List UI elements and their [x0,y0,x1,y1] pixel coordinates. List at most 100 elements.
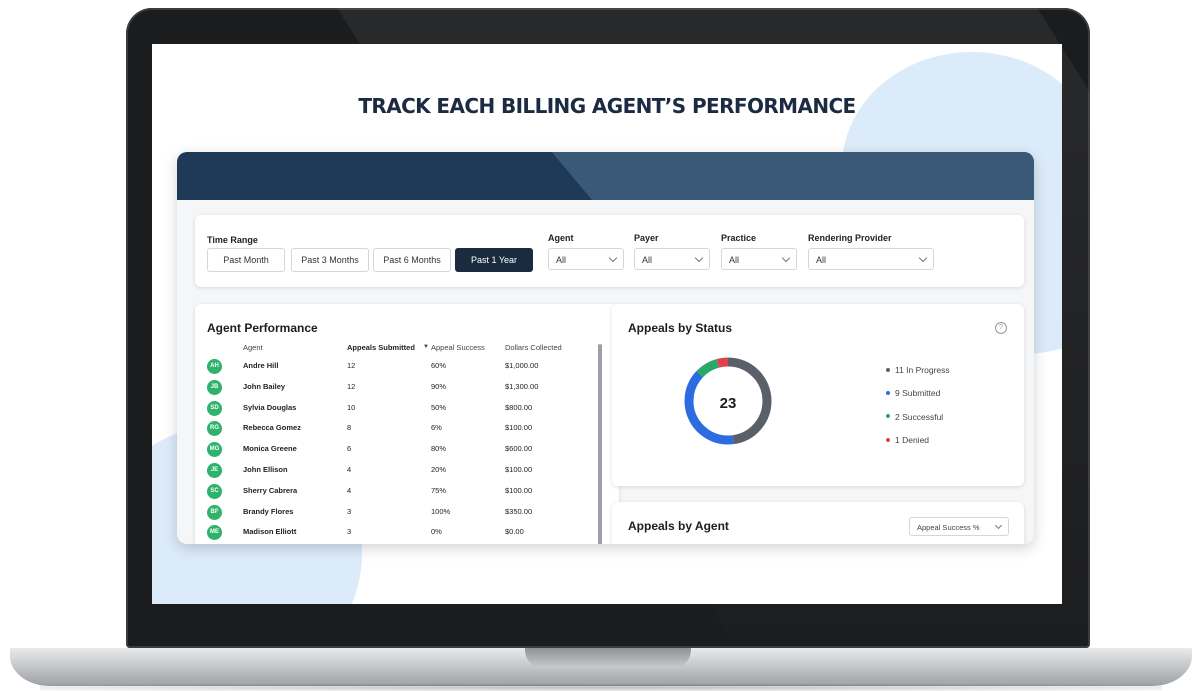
rendering-provider-filter-label: Rendering Provider [808,233,892,243]
appeals-submitted-cell: 10 [347,402,356,412]
table-row[interactable]: SC Sherry Cabrera 4 75% $100.00 [195,483,595,503]
time-button-past-1-year[interactable]: Past 1 Year [455,248,533,272]
column-header-appeal-success[interactable]: Appeal Success [431,343,485,352]
agent-name-cell: Madison Elliott [243,527,297,537]
legend-label: 2 Successful [895,411,944,422]
agent-filter-select[interactable]: All [548,248,624,270]
table-row[interactable]: BF Brandy Flores 3 100% $350.00 [195,504,595,524]
appeals-by-agent-metric-select[interactable]: Appeal Success % [909,517,1009,536]
laptop-notch [525,648,691,668]
avatar: BF [207,504,222,520]
rendering-provider-filter-select[interactable]: All [808,248,934,270]
agent-name-cell: Sylvia Douglas [243,402,297,412]
table-scrollbar[interactable] [598,344,602,544]
legend-item: 2 Successful [886,412,943,422]
dollars-collected-cell: $800.00 [505,402,533,412]
dashboard: Time Range Past Month Past 3 Months Past… [177,152,1034,544]
time-range-label: Time Range [207,235,258,245]
chevron-down-icon [694,253,704,263]
avatar: ME [207,525,222,541]
metric-select-value: Appeal Success % [917,523,980,532]
agent-name-cell: Andre Hill [243,361,279,370]
legend-dot-icon [886,414,890,419]
legend-item: 1 Denied [886,435,929,445]
chevron-down-icon [781,253,791,263]
legend-label: 9 Submitted [895,388,941,399]
rendering-provider-filter-value: All [816,255,827,265]
appeal-success-cell: 75% [431,485,447,495]
agent-name-cell: Rebecca Gomez [243,423,301,433]
appeals-submitted-cell: 8 [347,423,352,433]
avatar: SC [207,483,222,499]
agent-performance-title: Agent Performance [207,321,318,335]
dollars-collected-cell: $0.00 [505,527,524,537]
legend-dot-icon [886,437,890,442]
question-circle-icon[interactable]: ? [995,322,1007,334]
appeals-submitted-cell: 3 [347,527,352,537]
appeals-by-status-title: Appeals by Status [628,321,733,335]
table-row[interactable]: JB John Bailey 12 90% $1,300.00 [195,379,595,399]
legend-dot-icon [886,391,890,396]
table-row[interactable]: SD Sylvia Douglas 10 50% $800.00 [195,400,595,420]
appeals-submitted-cell: 12 [347,381,356,391]
filters-card: Time Range Past Month Past 3 Months Past… [195,215,1024,287]
agent-name-cell: John Bailey [243,381,286,391]
agent-name-cell: Brandy Flores [243,506,294,516]
appeal-success-cell: 20% [431,465,447,474]
practice-filter-value: All [729,255,740,265]
agent-filter-value: All [556,255,567,265]
legend-item: 9 Submitted [886,388,940,398]
appeals-submitted-cell: 12 [347,361,356,370]
chevron-down-icon [918,253,928,263]
appeals-by-agent-card: Appeals by Agent Appeal Success % [612,502,1024,544]
avatar: RG [207,421,222,437]
appeal-success-cell: 80% [431,444,447,454]
column-header-agent[interactable]: Agent [243,343,263,352]
page-headline: TRACK EACH BILLING AGENT’S PERFORMANCE [358,94,856,118]
column-header-appeals-submitted[interactable]: Appeals Submitted [347,343,415,352]
laptop-screen: TRACK EACH BILLING AGENT’S PERFORMANCE T… [152,44,1062,604]
dollars-collected-cell: $100.00 [505,485,533,495]
legend-dot-icon [886,367,890,372]
chevron-down-icon [608,253,618,263]
avatar: MG [207,442,222,458]
avatar: AH [207,359,222,374]
column-header-dollars-collected[interactable]: Dollars Collected [505,343,562,352]
time-button-past-3-months[interactable]: Past 3 Months [291,248,369,272]
avatar: SD [207,400,222,416]
table-row[interactable]: RG Rebecca Gomez 8 6% $100.00 [195,420,595,440]
appeal-success-cell: 90% [431,381,447,391]
agent-performance-card: Agent Performance Agent Appeals Submitte… [195,304,619,544]
appeals-submitted-cell: 4 [347,485,352,495]
payer-filter-value: All [642,255,653,265]
avatar: JE [207,463,222,478]
appeal-success-cell: 60% [431,361,447,370]
practice-filter-label: Practice [721,233,757,243]
dollars-collected-cell: $100.00 [505,465,533,474]
sort-desc-icon[interactable]: ▼ [423,344,429,350]
appeals-by-status-card: Appeals by Status ? 23 11 In Progress 9 S… [612,304,1024,486]
table-row[interactable]: MG Monica Greene 6 80% $600.00 [195,441,595,461]
table-row[interactable]: ME Madison Elliott 3 0% $0.00 [195,524,595,544]
legend-label: 1 Denied [895,434,930,445]
appeal-success-cell: 50% [431,402,447,412]
appeal-success-cell: 6% [431,423,442,433]
time-button-past-6-months[interactable]: Past 6 Months [373,248,451,272]
chevron-down-icon [994,521,1003,530]
table-row[interactable]: AH Andre Hill 12 60% $1,000.00 [195,358,595,378]
dollars-collected-cell: $350.00 [505,506,533,516]
header-accent [543,152,1034,200]
payer-filter-select[interactable]: All [634,248,710,270]
dollars-collected-cell: $1,000.00 [505,361,539,370]
donut-total: 23 [719,395,737,412]
appeals-submitted-cell: 4 [347,465,352,474]
practice-filter-select[interactable]: All [721,248,797,270]
legend-item: 11 In Progress [886,365,950,375]
agent-filter-label: Agent [548,233,574,243]
table-row[interactable]: JE John Ellison 4 20% $100.00 [195,462,595,482]
time-button-past-month[interactable]: Past Month [207,248,285,272]
dollars-collected-cell: $100.00 [505,423,533,433]
appeals-submitted-cell: 3 [347,506,352,516]
agent-name-cell: John Ellison [243,465,288,474]
dollars-collected-cell: $1,300.00 [505,381,539,391]
